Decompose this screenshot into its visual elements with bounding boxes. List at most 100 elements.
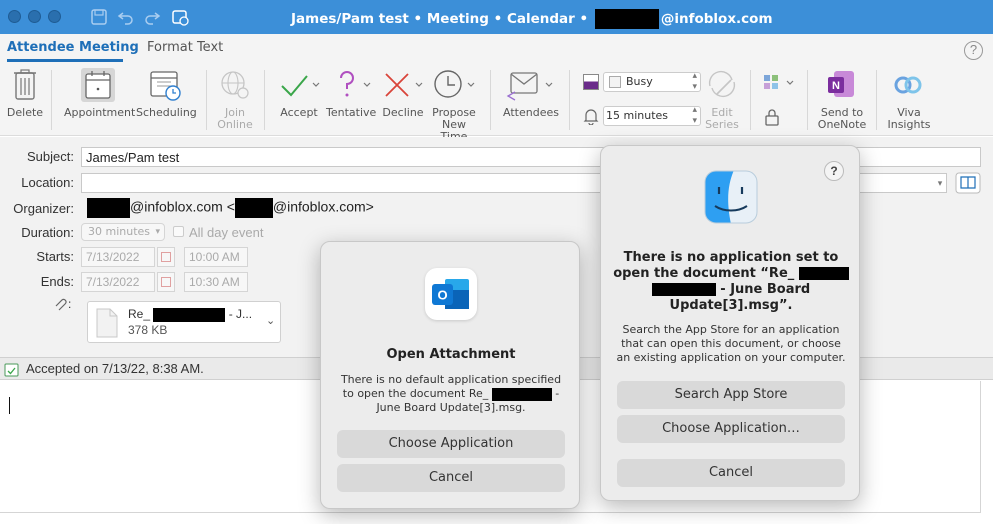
ribbon-separator bbox=[490, 70, 491, 130]
join-online-button[interactable]: Join Online bbox=[215, 68, 255, 131]
organizer-value: @infoblox.com < @infoblox.com> bbox=[87, 198, 374, 218]
ribbon-separator bbox=[807, 70, 808, 130]
location-dropdown-icon[interactable]: ▾ bbox=[934, 174, 946, 192]
end-date-calendar-icon[interactable] bbox=[157, 272, 175, 292]
ribbon-separator bbox=[264, 70, 265, 130]
save-icon[interactable] bbox=[90, 8, 108, 26]
series-label: Series bbox=[705, 118, 739, 131]
accepted-text: Accepted on 7/13/22, 8:38 AM. bbox=[26, 361, 204, 376]
clock-icon bbox=[434, 70, 475, 98]
sync-calendar-icon[interactable] bbox=[171, 8, 189, 26]
minimize-window-button[interactable] bbox=[28, 10, 41, 23]
redacted-block bbox=[491, 387, 552, 401]
paperclip-icon: : bbox=[55, 297, 71, 311]
cancel-button[interactable]: Cancel bbox=[337, 464, 565, 491]
duration-select[interactable]: 30 minutes ▾ bbox=[81, 223, 165, 241]
duration-label: Duration: bbox=[21, 225, 74, 240]
accept-label: Accept bbox=[280, 106, 318, 119]
start-date-calendar-icon[interactable] bbox=[157, 247, 175, 267]
dialog-message-line-3: June Board Update[3].msg. bbox=[376, 401, 526, 414]
help-icon[interactable]: ? bbox=[964, 41, 983, 60]
svg-text::: : bbox=[68, 297, 71, 311]
dialog-message-line-3: an existing application on your computer… bbox=[616, 351, 846, 364]
edit-series-button[interactable]: Edit Series bbox=[703, 68, 741, 131]
attachment-name: Re_ - J... bbox=[128, 307, 252, 322]
choose-application-button[interactable]: Choose Application… bbox=[617, 415, 845, 442]
start-date-input[interactable]: 7/13/2022 bbox=[81, 247, 155, 267]
checkmark-icon bbox=[281, 75, 320, 97]
end-date-input[interactable]: 7/13/2022 bbox=[81, 272, 155, 292]
redacted-block bbox=[594, 9, 659, 29]
location-label: Location: bbox=[21, 175, 74, 190]
dialog-message: There is no default application specifie… bbox=[331, 373, 571, 415]
viva-insights-icon bbox=[894, 76, 922, 94]
scheduling-button[interactable]: Scheduling bbox=[136, 68, 197, 119]
dialog-message-line-1: Search the App Store for an application bbox=[622, 323, 840, 336]
online-label: Online bbox=[217, 118, 253, 131]
start-time-input[interactable]: 10:00 AM bbox=[184, 247, 248, 267]
send-to-onenote-button[interactable]: N Send to OneNote bbox=[817, 68, 867, 131]
reminder-value: 15 minutes bbox=[606, 109, 669, 122]
close-window-button[interactable] bbox=[8, 10, 21, 23]
ribbon-tabs: Attendee Meeting Format Text bbox=[0, 34, 993, 64]
show-as-select[interactable]: Busy ▴ ▾ bbox=[603, 71, 701, 92]
redo-icon[interactable] bbox=[143, 8, 161, 26]
redacted-block bbox=[798, 267, 849, 280]
scheduling-icon bbox=[150, 71, 181, 101]
ribbon-toolbar: Delete Appointment Scheduling Join Onlin… bbox=[0, 64, 993, 143]
appointment-button[interactable]: Appointment bbox=[64, 68, 136, 119]
open-attachment-dialog: O Open Attachment There is no default ap… bbox=[320, 241, 580, 509]
all-day-checkbox[interactable] bbox=[173, 226, 184, 237]
dialog-message-line-1: There is no default application specifie… bbox=[340, 373, 562, 386]
bell-icon bbox=[583, 109, 599, 125]
lock-icon[interactable] bbox=[765, 108, 779, 126]
trash-icon bbox=[14, 69, 36, 100]
calendar-icon bbox=[85, 71, 111, 99]
attendees-button[interactable]: Attendees bbox=[503, 68, 559, 119]
end-time-input[interactable]: 10:30 AM bbox=[184, 272, 248, 292]
ribbon-separator bbox=[51, 70, 52, 130]
tab-format-text[interactable]: Format Text bbox=[147, 40, 223, 55]
onenote-label: OneNote bbox=[817, 118, 867, 131]
attachment-name-suffix: - J... bbox=[228, 307, 253, 321]
appointment-label: Appointment bbox=[64, 106, 136, 119]
redacted-block bbox=[87, 198, 130, 218]
onenote-icon: N bbox=[828, 71, 854, 97]
organizer-domain: @infoblox.com < bbox=[130, 198, 235, 215]
help-button[interactable]: ? bbox=[824, 161, 844, 181]
cancel-button[interactable]: Cancel bbox=[617, 459, 845, 486]
show-as-color-swatch[interactable] bbox=[583, 74, 599, 90]
search-app-store-button[interactable]: Search App Store bbox=[617, 381, 845, 408]
ribbon-separator bbox=[569, 70, 570, 130]
decline-button[interactable]: Decline bbox=[381, 68, 425, 119]
zoom-window-button[interactable] bbox=[48, 10, 61, 23]
viva-insights-button[interactable]: Viva Insights bbox=[886, 68, 932, 131]
ribbon-separator bbox=[750, 70, 751, 130]
dialog-message-line-2: to open the document Re_ bbox=[342, 387, 489, 400]
reminder-select[interactable]: 15 minutes ▴ ▾ bbox=[603, 105, 701, 126]
show-as-value: Busy bbox=[626, 75, 653, 88]
ends-label: Ends: bbox=[40, 274, 74, 289]
chevron-down-icon[interactable]: ⌄ bbox=[266, 314, 275, 327]
dialog-title-line-3: - June Board bbox=[720, 282, 811, 297]
window-title-suffix: @infoblox.com bbox=[660, 11, 773, 27]
dialog-message-line-2: that can open this document, or choose bbox=[621, 337, 841, 350]
attachment-card[interactable]: Re_ - J... 378 KB ⌄ bbox=[87, 301, 281, 343]
dialog-title-line-4: Update[3].msg”. bbox=[669, 298, 793, 313]
ribbon-separator bbox=[206, 70, 207, 130]
choose-application-button[interactable]: Choose Application bbox=[337, 430, 565, 457]
address-book-icon[interactable] bbox=[955, 172, 981, 194]
dialog-title-line-1: There is no application set to bbox=[623, 250, 839, 265]
tab-attendee-meeting[interactable]: Attendee Meeting bbox=[7, 40, 139, 55]
delete-label: Delete bbox=[6, 106, 44, 119]
delete-button[interactable]: Delete bbox=[6, 68, 44, 119]
busy-status-box bbox=[609, 76, 621, 88]
text-cursor bbox=[9, 397, 10, 414]
ribbon-separator bbox=[876, 70, 877, 130]
propose-new-time-button[interactable]: Propose New Time bbox=[428, 68, 480, 143]
accept-button[interactable]: Accept bbox=[278, 68, 320, 119]
tentative-button[interactable]: Tentative bbox=[326, 68, 376, 119]
stepper-icon: ▴ ▾ bbox=[692, 71, 697, 92]
undo-icon[interactable] bbox=[117, 8, 135, 26]
categorize-icon[interactable] bbox=[763, 74, 797, 92]
